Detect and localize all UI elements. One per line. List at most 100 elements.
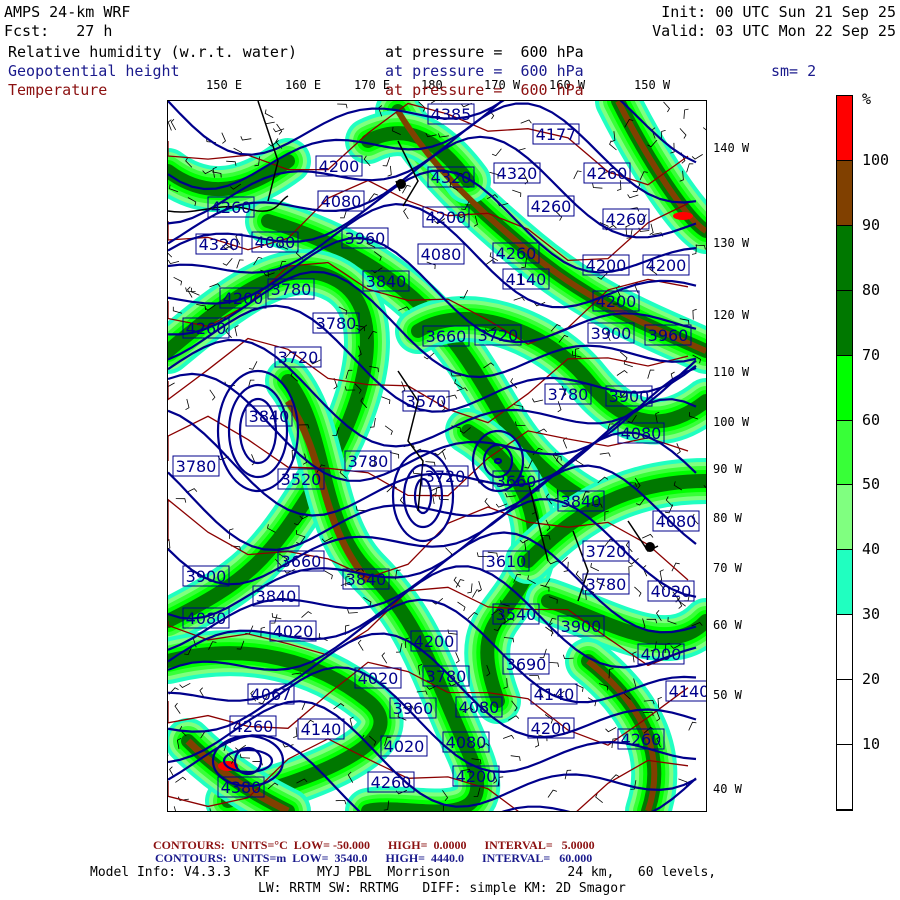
field-temp-label: Temperature: [8, 81, 108, 99]
wind-barb: [649, 223, 654, 235]
wind-barb: [221, 132, 226, 144]
colorbar-label: 80: [862, 280, 881, 299]
height-label: 3570: [406, 392, 447, 411]
wind-barb: [234, 325, 239, 337]
height-label: 4080: [186, 609, 227, 628]
wind-barb: [502, 734, 515, 739]
height-label: 4380: [221, 778, 262, 797]
wind-barb: [347, 609, 358, 614]
wind-barb: [686, 163, 694, 173]
wind-barb: [683, 108, 689, 119]
height-label: 3660: [426, 327, 467, 346]
wind-barb: [547, 789, 558, 798]
wind-barb: [446, 394, 458, 399]
height-label: 3720: [478, 326, 519, 345]
wind-barb: [692, 308, 697, 320]
height-label: 4320: [497, 164, 538, 183]
height-label: 3840: [249, 407, 290, 426]
height-label: 4260: [587, 164, 628, 183]
height-label: 3610: [486, 552, 527, 571]
colorbar-label: 40: [862, 540, 881, 559]
wind-barb: [627, 194, 639, 199]
wind-barb: [248, 361, 258, 370]
wind-barb: [173, 276, 183, 286]
height-label: 3780: [176, 457, 217, 476]
wind-barb: [548, 662, 559, 667]
height-label: 3660: [281, 552, 322, 571]
wind-barb: [616, 369, 628, 376]
colorbar-segment: [837, 225, 852, 291]
field-rh-label: Relative humidity (w.r.t. water): [8, 43, 297, 61]
lat-label: 60 W: [713, 618, 742, 632]
height-label: 4260: [621, 730, 662, 749]
wind-barb: [222, 258, 233, 266]
field-height-level: at pressure = 600 hPa: [385, 62, 584, 80]
wind-barb: [592, 183, 603, 189]
height-label: 4260: [496, 244, 537, 263]
wind-barb: [264, 109, 274, 118]
colorbar-segment: [837, 745, 852, 810]
colorbar-unit: %: [862, 90, 872, 108]
height-label: 3720: [425, 467, 466, 486]
height-label: 4000: [641, 645, 682, 664]
wind-barb: [529, 675, 540, 680]
wind-barb: [520, 119, 532, 124]
wind-barb: [642, 533, 654, 539]
colorbar-segment: [837, 550, 852, 616]
wind-barb: [455, 652, 460, 664]
colorbar-segment: [837, 420, 852, 486]
height-label: 4067: [251, 685, 292, 704]
lat-label: 70 W: [713, 561, 742, 575]
height-label: 3900: [561, 617, 602, 636]
height-label: 4385: [431, 105, 472, 124]
wind-barb: [384, 425, 393, 436]
wind-barb: [659, 569, 664, 581]
weather-map: 4385 4177 4200 4320 4320 4260 4260 4080 4260 4200…: [167, 100, 707, 812]
lon-label: 160 E: [285, 78, 322, 92]
height-label: 4080: [255, 233, 296, 252]
height-label: 4080: [446, 733, 487, 752]
humidity-max: [673, 212, 693, 220]
lat-label: 100 W: [713, 415, 750, 429]
height-label: 3780: [348, 452, 389, 471]
wind-barb: [174, 702, 181, 714]
wind-barb: [510, 755, 521, 761]
height-label: 3840: [256, 587, 297, 606]
physics-info: LW: RRTM SW: RRTMG DIFF: simple KM: 2D S…: [258, 881, 626, 896]
wind-barb: [590, 563, 600, 572]
height-label: 3960: [648, 326, 689, 345]
wind-barb: [168, 259, 180, 265]
wind-barb: [175, 498, 187, 503]
wind-barb: [679, 128, 687, 139]
colorbar-segment: [837, 615, 852, 681]
height-label: 4080: [656, 512, 697, 531]
wind-barb: [691, 154, 703, 160]
wind-barb: [209, 389, 216, 401]
height-label: 3660: [496, 472, 537, 491]
wind-barb: [531, 398, 544, 403]
wind-barb: [335, 799, 347, 805]
colorbar-label: 50: [862, 475, 881, 494]
lat-label: 110 W: [713, 365, 750, 379]
wind-barb: [403, 208, 409, 220]
height-label: 3780: [426, 667, 467, 686]
map-canvas: 4385417742004320 4320 42604260 4080 42604200…: [168, 101, 706, 811]
height-label: 3540: [496, 605, 537, 624]
wind-barb: [236, 259, 244, 269]
height-label: 3960: [345, 229, 386, 248]
field-rh-level: at pressure = 600 hPa: [385, 43, 584, 61]
wind-barb: [168, 382, 175, 388]
wind-barb: [688, 721, 697, 731]
colorbar-label: 20: [862, 670, 881, 689]
wind-barb: [355, 506, 367, 512]
wind-barb: [173, 806, 176, 811]
height-label: 4260: [211, 198, 252, 217]
smoothing-label: sm= 2: [771, 62, 817, 80]
wind-barb: [324, 570, 333, 580]
height-label: 4200: [456, 767, 497, 786]
forecast-hour: Fcst: 27 h: [4, 22, 113, 40]
colorbar-segment: [837, 355, 852, 421]
colorbar-label: 10: [862, 735, 881, 754]
model-info: Model Info: V4.3.3 KF MYJ PBL Morrison 2…: [90, 865, 717, 880]
colorbar-segment: [837, 96, 852, 161]
